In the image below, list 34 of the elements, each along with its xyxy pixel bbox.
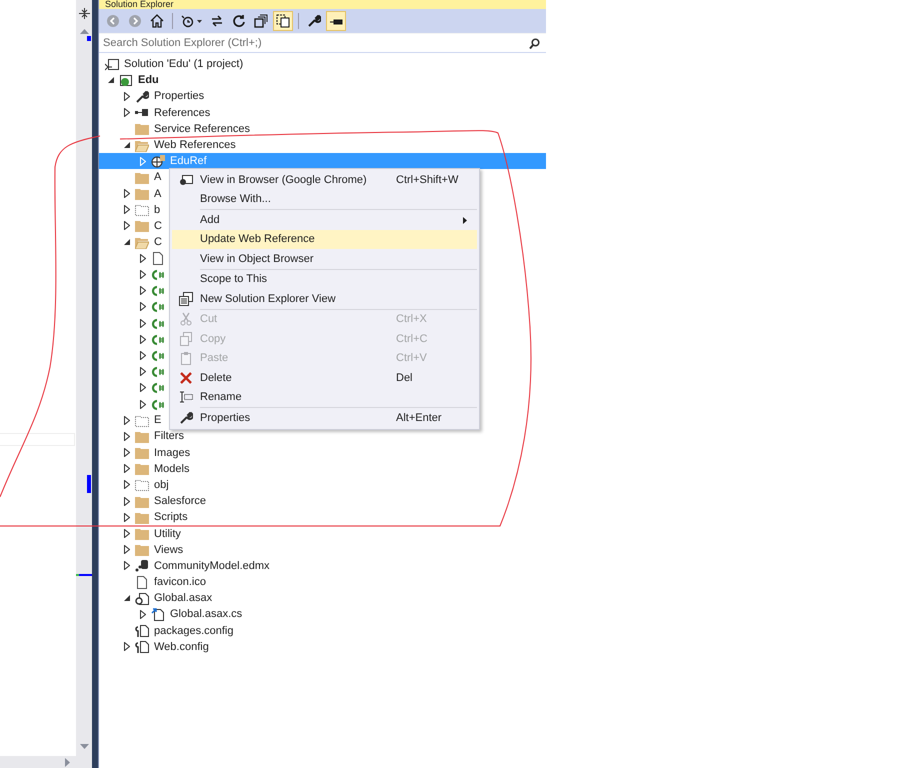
shortcut-label: Del bbox=[396, 372, 414, 384]
item-label: favicon.ico bbox=[154, 576, 206, 588]
panel-title: Solution Explorer bbox=[99, 0, 546, 9]
shortcut-label: Ctrl+C bbox=[396, 332, 428, 345]
item-label: Salesforce bbox=[154, 495, 206, 508]
item-label: References bbox=[154, 106, 210, 119]
item-label: Models bbox=[154, 462, 190, 475]
shortcut-label: Ctrl+X bbox=[396, 313, 428, 326]
item-label: Filters bbox=[154, 430, 184, 442]
item-label: packages.config bbox=[154, 624, 234, 637]
item-label: Service References bbox=[154, 122, 250, 135]
item-label: Utility bbox=[154, 528, 181, 540]
item-label: E bbox=[154, 414, 162, 426]
item-label: A bbox=[154, 188, 162, 200]
item-label: Web.config bbox=[154, 640, 209, 653]
shortcut-label: Alt+Enter bbox=[396, 412, 443, 424]
item-label: obj bbox=[154, 478, 169, 491]
item-label: EduRef bbox=[170, 155, 207, 168]
item-label: CommunityModel.edmx bbox=[154, 560, 270, 572]
item-label: Images bbox=[154, 446, 190, 459]
item-label: Global.asax.cs bbox=[170, 608, 242, 620]
shortcut-label: Ctrl+V bbox=[396, 352, 428, 364]
item-label: C bbox=[154, 236, 162, 248]
item-label: Web References bbox=[154, 139, 236, 152]
item-label: Solution 'Edu' (1 project) bbox=[124, 58, 244, 70]
shortcut-label: Ctrl+Shift+W bbox=[396, 174, 460, 186]
item-label: C bbox=[154, 220, 162, 232]
item-label: Properties bbox=[154, 90, 204, 102]
item-label: Edu bbox=[138, 74, 159, 86]
item-label: Views bbox=[154, 544, 184, 556]
item-label: b bbox=[154, 204, 160, 216]
item-label: Global.asax bbox=[154, 592, 212, 604]
item-label: A bbox=[154, 171, 162, 184]
item-label: Scripts bbox=[154, 511, 188, 524]
